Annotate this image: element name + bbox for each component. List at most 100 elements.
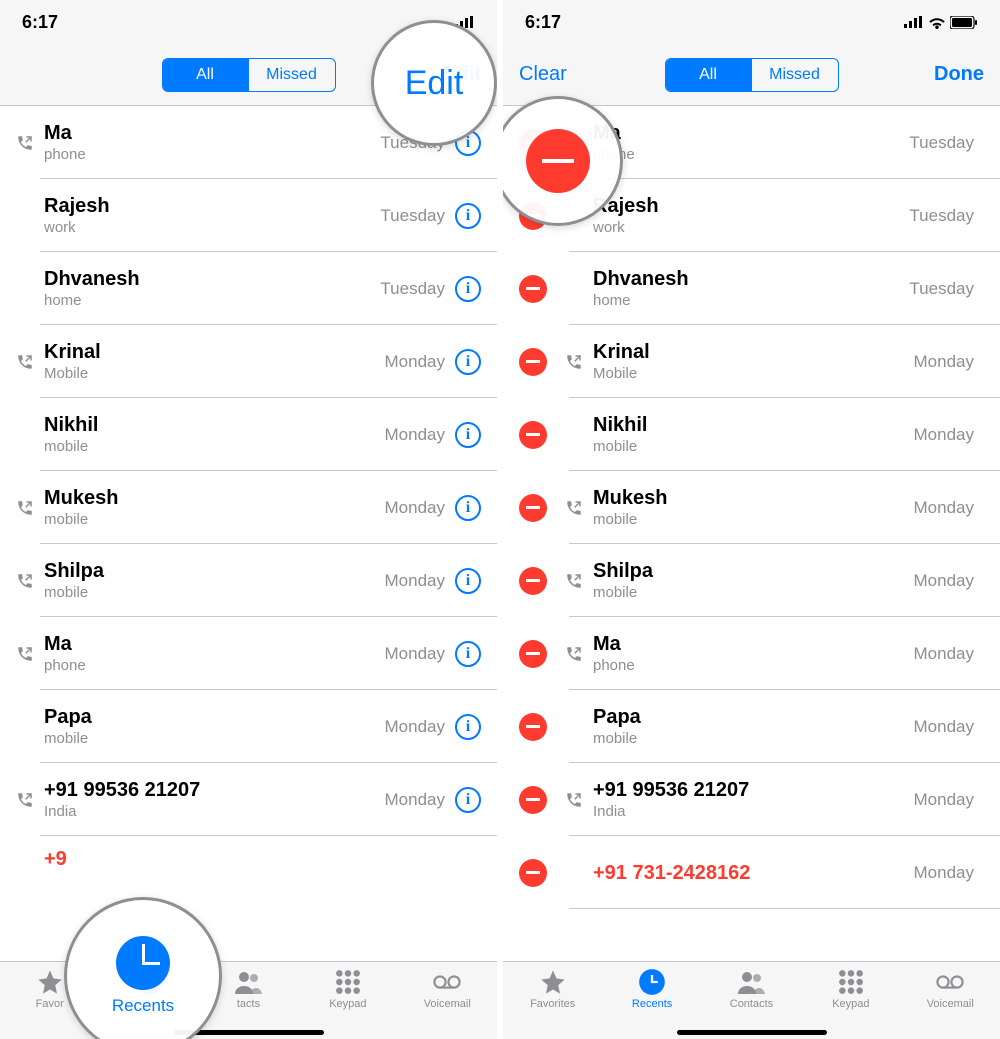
call-label: mobile xyxy=(44,583,385,603)
call-info: Dhvaneshhome xyxy=(44,267,380,311)
call-label: mobile xyxy=(593,510,914,530)
callout-edit-label: Edit xyxy=(405,64,464,103)
seg-missed[interactable]: Missed xyxy=(249,59,335,91)
call-row[interactable]: DhvaneshhomeTuesday i xyxy=(0,252,497,325)
call-row[interactable]: +91 99536 21207IndiaMondayi xyxy=(0,763,497,836)
info-button[interactable]: i xyxy=(455,495,481,521)
tab-bar: Favorites Recents Contacts Keypad Voicem… xyxy=(503,961,1000,1039)
call-row[interactable]: NikhilmobileMondayi xyxy=(503,398,1000,471)
call-row[interactable]: ShilpamobileMondayi xyxy=(503,544,1000,617)
call-label: Mobile xyxy=(593,364,914,384)
tab-label: Contacts xyxy=(730,998,773,1010)
delete-button[interactable] xyxy=(519,640,547,668)
voicemail-icon xyxy=(936,968,964,996)
call-row[interactable]: NikhilmobileMondayi xyxy=(0,398,497,471)
call-day: Monday xyxy=(385,352,445,372)
info-button[interactable]: i xyxy=(455,641,481,667)
info-button[interactable]: i xyxy=(455,203,481,229)
call-day: Monday xyxy=(385,644,445,664)
caller-name: Ma xyxy=(44,632,385,656)
delete-button[interactable] xyxy=(519,494,547,522)
outgoing-call-icon xyxy=(16,791,38,809)
segmented-control[interactable]: All Missed xyxy=(665,58,839,92)
call-info: Nikhilmobile xyxy=(593,413,914,457)
call-day: Monday xyxy=(385,498,445,518)
done-button[interactable]: Done xyxy=(904,63,984,86)
call-row[interactable]: ShilpamobileMondayi xyxy=(0,544,497,617)
call-day: Monday xyxy=(914,352,974,372)
caller-name: +91 99536 21207 xyxy=(593,778,914,802)
call-day: Monday xyxy=(914,717,974,737)
call-info: Shilpamobile xyxy=(44,559,385,603)
call-row[interactable]: DhvaneshhomeTuesdayi xyxy=(503,252,1000,325)
info-button[interactable]: i xyxy=(455,349,481,375)
status-time: 6:17 xyxy=(22,12,58,33)
cell-signal-icon xyxy=(904,16,924,28)
call-row[interactable]: KrinalMobileMondayi xyxy=(0,325,497,398)
contacts-icon xyxy=(737,968,765,996)
tab-keypad[interactable]: Keypad xyxy=(299,968,397,1010)
outgoing-call-icon xyxy=(565,499,587,517)
call-row[interactable]: +91 731-2428162Mondayi xyxy=(503,836,1000,909)
call-label: India xyxy=(593,802,914,822)
tab-contacts[interactable]: Contacts xyxy=(702,968,800,1010)
call-day: Tuesday xyxy=(380,279,445,299)
home-indicator[interactable] xyxy=(677,1030,827,1035)
call-label: India xyxy=(44,802,385,822)
delete-button[interactable] xyxy=(519,786,547,814)
caller-name: Ma xyxy=(44,121,380,145)
outgoing-call-icon xyxy=(16,134,38,152)
call-label: home xyxy=(44,291,380,311)
call-info: Papamobile xyxy=(593,705,914,749)
info-button[interactable]: i xyxy=(455,568,481,594)
call-day: Monday xyxy=(914,863,974,883)
call-row[interactable]: +91 99536 21207IndiaMondayi xyxy=(503,763,1000,836)
call-row[interactable]: MaphoneMondayi xyxy=(0,617,497,690)
call-row[interactable]: PapamobileMondayi xyxy=(0,690,497,763)
callout-edit: Edit xyxy=(371,20,497,146)
caller-name: Papa xyxy=(44,705,385,729)
call-row[interactable]: KrinalMobileMondayi xyxy=(503,325,1000,398)
call-day: Monday xyxy=(385,571,445,591)
tab-label: Favor xyxy=(36,998,64,1010)
call-label: mobile xyxy=(44,510,385,530)
call-row[interactable]: MukeshmobileMondayi xyxy=(503,471,1000,544)
tab-voicemail[interactable]: Voicemail xyxy=(398,968,496,1010)
delete-button[interactable] xyxy=(519,713,547,741)
caller-name: Ma xyxy=(593,121,909,145)
outgoing-call-icon xyxy=(16,353,38,371)
call-label: phone xyxy=(593,145,909,165)
call-row[interactable]: MukeshmobileMondayi xyxy=(0,471,497,544)
info-button[interactable]: i xyxy=(455,714,481,740)
delete-button[interactable] xyxy=(519,275,547,303)
tab-recents[interactable]: Recents xyxy=(603,968,701,1010)
tab-keypad[interactable]: Keypad xyxy=(802,968,900,1010)
delete-button[interactable] xyxy=(519,567,547,595)
delete-button[interactable] xyxy=(519,421,547,449)
segmented-control[interactable]: All Missed xyxy=(162,58,336,92)
recents-list-edit[interactable]: MaphoneTuesdayiRajeshworkTuesdayiDhvanes… xyxy=(503,106,1000,961)
call-label: work xyxy=(593,218,909,238)
delete-button[interactable] xyxy=(519,348,547,376)
tab-favorites[interactable]: Favorites xyxy=(504,968,602,1010)
call-info: Maphone xyxy=(593,121,909,165)
seg-all[interactable]: All xyxy=(163,59,249,91)
keypad-icon xyxy=(334,968,362,996)
caller-name: Papa xyxy=(593,705,914,729)
call-row[interactable]: +9 xyxy=(0,836,497,882)
star-icon xyxy=(539,968,567,996)
info-button[interactable]: i xyxy=(455,276,481,302)
tab-voicemail[interactable]: Voicemail xyxy=(901,968,999,1010)
seg-all[interactable]: All xyxy=(666,59,752,91)
call-row[interactable]: RajeshworkTuesdayi xyxy=(0,179,497,252)
call-row[interactable]: MaphoneMondayi xyxy=(503,617,1000,690)
clear-button[interactable]: Clear xyxy=(519,63,599,86)
info-button[interactable]: i xyxy=(455,422,481,448)
caller-name: Mukesh xyxy=(44,486,385,510)
recents-list[interactable]: MaphoneTuesdayiRajeshworkTuesdayiDhvanes… xyxy=(0,106,497,961)
call-row[interactable]: PapamobileMondayi xyxy=(503,690,1000,763)
info-button[interactable]: i xyxy=(455,787,481,813)
call-info: Mukeshmobile xyxy=(44,486,385,530)
delete-button[interactable] xyxy=(519,859,547,887)
seg-missed[interactable]: Missed xyxy=(752,59,838,91)
